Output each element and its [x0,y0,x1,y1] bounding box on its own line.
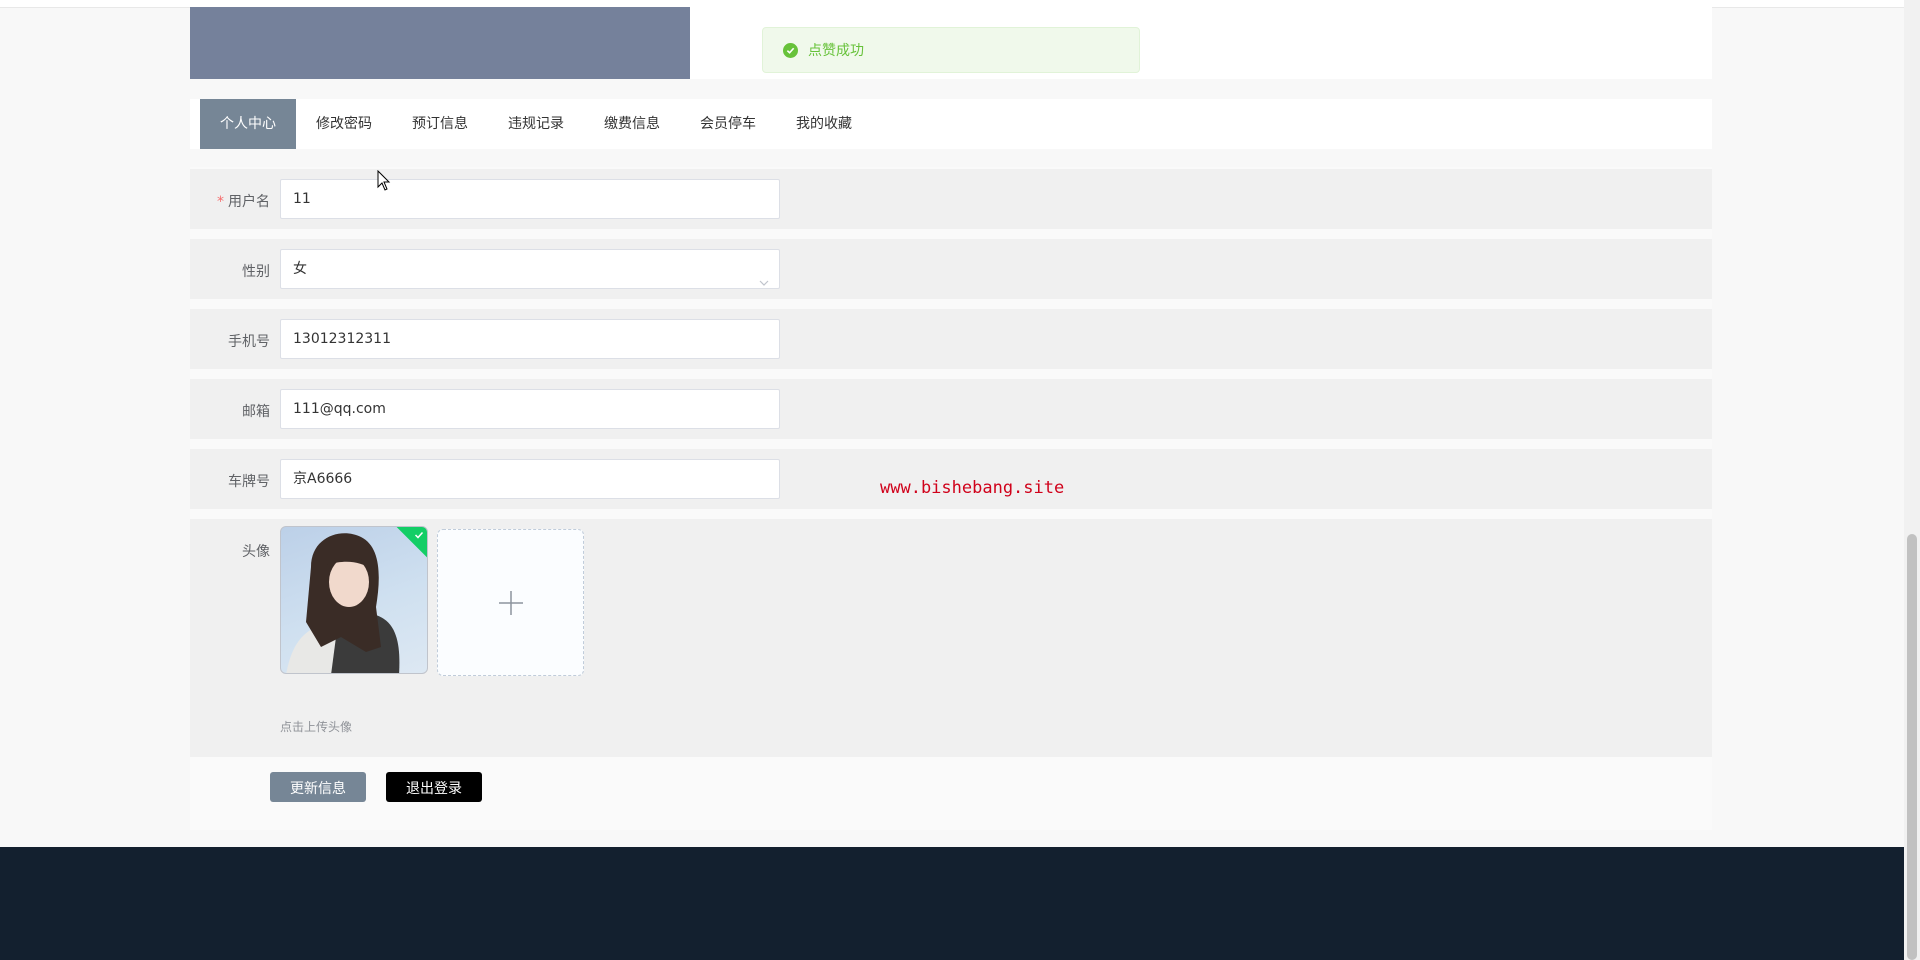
plate-label: 车牌号 [228,474,270,490]
scrollbar-thumb[interactable] [1907,534,1917,960]
avatar-label: 头像 [242,544,270,560]
watermark: www.bishebang.site [880,478,1065,498]
banner-image [190,7,690,79]
email-label: 邮箱 [242,404,270,420]
form-row-phone: 手机号 13012312311 [190,309,1712,369]
success-check-icon [783,42,798,58]
update-info-button[interactable]: 更新信息 [270,772,366,802]
form-row-email: 邮箱 111@qq.com [190,379,1712,439]
chevron-down-icon [759,264,769,302]
avatar-portrait-image [286,533,400,673]
tab-personal-center[interactable]: 个人中心 [200,99,296,149]
form-row-username: * 用户名 11 [190,169,1712,229]
check-icon [414,531,424,539]
tab-member-parking[interactable]: 会员停车 [680,99,776,149]
phone-input[interactable]: 13012312311 [280,319,780,359]
logout-button[interactable]: 退出登录 [386,772,482,802]
username-input[interactable]: 11 [280,179,780,219]
mouse-pointer-icon [377,170,391,191]
username-label: * 用户名 [217,194,270,210]
gender-value: 女 [293,261,307,277]
profile-tabs: 个人中心 修改密码 预订信息 违规记录 缴费信息 会员停车 我的收藏 [190,99,1712,149]
phone-label: 手机号 [228,334,270,350]
avatar[interactable] [280,526,428,674]
tab-violation-records[interactable]: 违规记录 [488,99,584,149]
gender-select[interactable]: 女 [280,249,780,289]
avatar-upload-button[interactable] [437,529,584,676]
tab-change-password[interactable]: 修改密码 [296,99,392,149]
page-footer [0,847,1904,960]
success-toast: 点赞成功 [762,27,1140,73]
upload-tip: 点击上传头像 [280,720,353,734]
plate-input[interactable]: 京A6666 [280,459,780,499]
email-input[interactable]: 111@qq.com [280,389,780,429]
tab-booking-info[interactable]: 预订信息 [392,99,488,149]
plus-icon [498,590,523,615]
tab-my-favorites[interactable]: 我的收藏 [776,99,872,149]
form-row-gender: 性别 女 [190,239,1712,299]
gender-label: 性别 [242,264,270,280]
tab-payment-info[interactable]: 缴费信息 [584,99,680,149]
toast-message: 点赞成功 [808,43,864,59]
